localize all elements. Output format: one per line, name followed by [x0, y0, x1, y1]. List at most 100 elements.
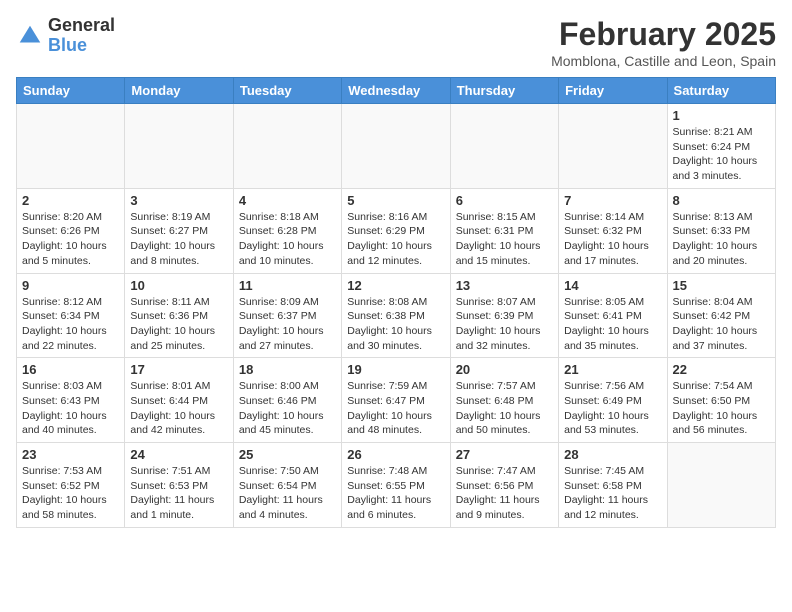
day-info: Sunrise: 7:50 AM Sunset: 6:54 PM Dayligh… — [239, 464, 336, 523]
calendar-day-cell: 8 Sunrise: 8:13 AM Sunset: 6:33 PM Daylig… — [667, 188, 775, 273]
day-number: 11 — [239, 278, 336, 293]
weekday-header: Tuesday — [233, 78, 341, 104]
calendar-day-cell: 7 Sunrise: 8:14 AM Sunset: 6:32 PM Daylig… — [559, 188, 667, 273]
logo-icon — [16, 22, 44, 50]
calendar-day-cell — [233, 104, 341, 189]
day-info: Sunrise: 8:03 AM Sunset: 6:43 PM Dayligh… — [22, 379, 119, 438]
calendar-day-cell: 24 Sunrise: 7:51 AM Sunset: 6:53 PM Dayli… — [125, 443, 233, 528]
day-number: 7 — [564, 193, 661, 208]
calendar-day-cell: 13 Sunrise: 8:07 AM Sunset: 6:39 PM Dayli… — [450, 273, 558, 358]
calendar-day-cell: 14 Sunrise: 8:05 AM Sunset: 6:41 PM Dayli… — [559, 273, 667, 358]
day-number: 12 — [347, 278, 444, 293]
weekday-header: Friday — [559, 78, 667, 104]
calendar-day-cell: 19 Sunrise: 7:59 AM Sunset: 6:47 PM Dayli… — [342, 358, 450, 443]
day-info: Sunrise: 8:13 AM Sunset: 6:33 PM Dayligh… — [673, 210, 770, 269]
day-info: Sunrise: 7:47 AM Sunset: 6:56 PM Dayligh… — [456, 464, 553, 523]
weekday-header: Thursday — [450, 78, 558, 104]
weekday-header: Sunday — [17, 78, 125, 104]
calendar-day-cell: 28 Sunrise: 7:45 AM Sunset: 6:58 PM Dayli… — [559, 443, 667, 528]
calendar-day-cell: 26 Sunrise: 7:48 AM Sunset: 6:55 PM Dayli… — [342, 443, 450, 528]
day-info: Sunrise: 7:54 AM Sunset: 6:50 PM Dayligh… — [673, 379, 770, 438]
day-info: Sunrise: 8:00 AM Sunset: 6:46 PM Dayligh… — [239, 379, 336, 438]
day-info: Sunrise: 8:12 AM Sunset: 6:34 PM Dayligh… — [22, 295, 119, 354]
day-info: Sunrise: 7:57 AM Sunset: 6:48 PM Dayligh… — [456, 379, 553, 438]
day-info: Sunrise: 7:45 AM Sunset: 6:58 PM Dayligh… — [564, 464, 661, 523]
day-number: 9 — [22, 278, 119, 293]
weekday-header-row: SundayMondayTuesdayWednesdayThursdayFrid… — [17, 78, 776, 104]
calendar-table: SundayMondayTuesdayWednesdayThursdayFrid… — [16, 77, 776, 528]
calendar-day-cell: 23 Sunrise: 7:53 AM Sunset: 6:52 PM Dayli… — [17, 443, 125, 528]
calendar-day-cell: 16 Sunrise: 8:03 AM Sunset: 6:43 PM Dayli… — [17, 358, 125, 443]
day-info: Sunrise: 8:14 AM Sunset: 6:32 PM Dayligh… — [564, 210, 661, 269]
calendar-day-cell: 27 Sunrise: 7:47 AM Sunset: 6:56 PM Dayli… — [450, 443, 558, 528]
day-info: Sunrise: 7:51 AM Sunset: 6:53 PM Dayligh… — [130, 464, 227, 523]
day-info: Sunrise: 8:09 AM Sunset: 6:37 PM Dayligh… — [239, 295, 336, 354]
calendar-day-cell: 15 Sunrise: 8:04 AM Sunset: 6:42 PM Dayli… — [667, 273, 775, 358]
day-info: Sunrise: 8:07 AM Sunset: 6:39 PM Dayligh… — [456, 295, 553, 354]
day-number: 19 — [347, 362, 444, 377]
day-number: 8 — [673, 193, 770, 208]
calendar-week-row: 1 Sunrise: 8:21 AM Sunset: 6:24 PM Daylig… — [17, 104, 776, 189]
day-number: 27 — [456, 447, 553, 462]
calendar-day-cell: 11 Sunrise: 8:09 AM Sunset: 6:37 PM Dayli… — [233, 273, 341, 358]
weekday-header: Saturday — [667, 78, 775, 104]
day-number: 22 — [673, 362, 770, 377]
day-info: Sunrise: 7:59 AM Sunset: 6:47 PM Dayligh… — [347, 379, 444, 438]
day-number: 18 — [239, 362, 336, 377]
day-info: Sunrise: 8:21 AM Sunset: 6:24 PM Dayligh… — [673, 125, 770, 184]
page-header: General Blue February 2025 Momblona, Cas… — [16, 16, 776, 69]
day-info: Sunrise: 8:01 AM Sunset: 6:44 PM Dayligh… — [130, 379, 227, 438]
day-info: Sunrise: 8:04 AM Sunset: 6:42 PM Dayligh… — [673, 295, 770, 354]
day-info: Sunrise: 8:19 AM Sunset: 6:27 PM Dayligh… — [130, 210, 227, 269]
calendar-day-cell: 4Sunrise: 8:18 AM Sunset: 6:28 PM Daylig… — [233, 188, 341, 273]
day-number: 6 — [456, 193, 553, 208]
calendar-day-cell — [450, 104, 558, 189]
day-number: 13 — [456, 278, 553, 293]
day-info: Sunrise: 8:16 AM Sunset: 6:29 PM Dayligh… — [347, 210, 444, 269]
day-info: Sunrise: 8:15 AM Sunset: 6:31 PM Dayligh… — [456, 210, 553, 269]
day-number: 14 — [564, 278, 661, 293]
calendar-day-cell: 18 Sunrise: 8:00 AM Sunset: 6:46 PM Dayli… — [233, 358, 341, 443]
calendar-day-cell — [559, 104, 667, 189]
day-number: 25 — [239, 447, 336, 462]
day-number: 20 — [456, 362, 553, 377]
weekday-header: Monday — [125, 78, 233, 104]
calendar-day-cell: 17 Sunrise: 8:01 AM Sunset: 6:44 PM Dayli… — [125, 358, 233, 443]
calendar-day-cell — [17, 104, 125, 189]
day-number: 17 — [130, 362, 227, 377]
day-info: Sunrise: 7:48 AM Sunset: 6:55 PM Dayligh… — [347, 464, 444, 523]
calendar-day-cell: 2Sunrise: 8:20 AM Sunset: 6:26 PM Daylig… — [17, 188, 125, 273]
day-info: Sunrise: 7:53 AM Sunset: 6:52 PM Dayligh… — [22, 464, 119, 523]
day-info: Sunrise: 8:11 AM Sunset: 6:36 PM Dayligh… — [130, 295, 227, 354]
day-number: 24 — [130, 447, 227, 462]
day-number: 15 — [673, 278, 770, 293]
day-number: 21 — [564, 362, 661, 377]
day-number: 28 — [564, 447, 661, 462]
day-info: Sunrise: 8:05 AM Sunset: 6:41 PM Dayligh… — [564, 295, 661, 354]
logo: General Blue — [16, 16, 115, 56]
calendar-day-cell: 1 Sunrise: 8:21 AM Sunset: 6:24 PM Daylig… — [667, 104, 775, 189]
calendar-day-cell: 5Sunrise: 8:16 AM Sunset: 6:29 PM Daylig… — [342, 188, 450, 273]
day-number: 3 — [130, 193, 227, 208]
calendar-day-cell: 22 Sunrise: 7:54 AM Sunset: 6:50 PM Dayli… — [667, 358, 775, 443]
day-info: Sunrise: 7:56 AM Sunset: 6:49 PM Dayligh… — [564, 379, 661, 438]
calendar-day-cell: 10Sunrise: 8:11 AM Sunset: 6:36 PM Dayli… — [125, 273, 233, 358]
day-info: Sunrise: 8:08 AM Sunset: 6:38 PM Dayligh… — [347, 295, 444, 354]
title-block: February 2025 Momblona, Castille and Leo… — [551, 16, 776, 69]
calendar-week-row: 9 Sunrise: 8:12 AM Sunset: 6:34 PM Daylig… — [17, 273, 776, 358]
calendar-day-cell — [342, 104, 450, 189]
location: Momblona, Castille and Leon, Spain — [551, 53, 776, 69]
calendar-day-cell: 20 Sunrise: 7:57 AM Sunset: 6:48 PM Dayli… — [450, 358, 558, 443]
day-info: Sunrise: 8:18 AM Sunset: 6:28 PM Dayligh… — [239, 210, 336, 269]
day-number: 23 — [22, 447, 119, 462]
day-number: 16 — [22, 362, 119, 377]
calendar-day-cell: 6 Sunrise: 8:15 AM Sunset: 6:31 PM Daylig… — [450, 188, 558, 273]
calendar-day-cell — [667, 443, 775, 528]
month-title: February 2025 — [551, 16, 776, 53]
day-number: 26 — [347, 447, 444, 462]
calendar-day-cell: 3 Sunrise: 8:19 AM Sunset: 6:27 PM Daylig… — [125, 188, 233, 273]
calendar-day-cell: 25 Sunrise: 7:50 AM Sunset: 6:54 PM Dayli… — [233, 443, 341, 528]
calendar-week-row: 2Sunrise: 8:20 AM Sunset: 6:26 PM Daylig… — [17, 188, 776, 273]
day-number: 1 — [673, 108, 770, 123]
calendar-day-cell: 12 Sunrise: 8:08 AM Sunset: 6:38 PM Dayli… — [342, 273, 450, 358]
